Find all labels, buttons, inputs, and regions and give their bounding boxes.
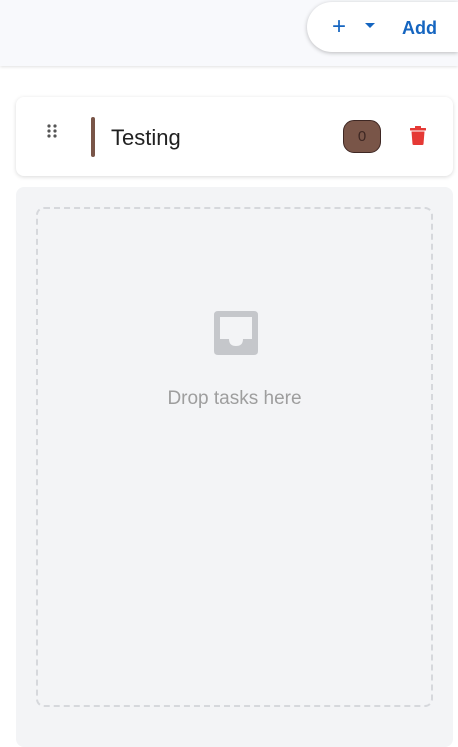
chevron-down-icon[interactable]: [365, 23, 375, 28]
inbox-icon: [214, 311, 258, 355]
column-color-indicator: [91, 117, 95, 157]
task-drop-zone[interactable]: Drop tasks here: [36, 207, 433, 707]
task-count-badge: 0: [343, 120, 381, 153]
column-body: Drop tasks here: [16, 187, 453, 747]
delete-column-icon[interactable]: [410, 126, 426, 145]
column-header: Testing 0: [16, 97, 453, 176]
add-button[interactable]: Add: [402, 18, 437, 38]
plus-icon[interactable]: +: [329, 15, 349, 39]
empty-state-text: Drop tasks here: [167, 388, 302, 409]
column-title: Testing: [111, 125, 181, 150]
top-toolbar: + Add: [0, 0, 458, 66]
drag-handle-icon[interactable]: [47, 124, 57, 138]
add-button-group: + Add: [307, 2, 458, 52]
